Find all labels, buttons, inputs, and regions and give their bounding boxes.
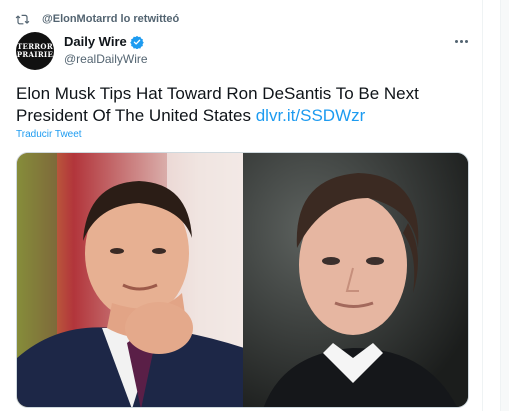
- author-name-row: Daily Wire: [64, 33, 148, 50]
- avatar-text-line2: PRAIRIE: [16, 50, 54, 59]
- more-dot: [464, 39, 468, 43]
- author-handle[interactable]: @realDailyWire: [64, 52, 148, 66]
- photo-left[interactable]: [17, 153, 243, 407]
- photo-right-image: [243, 153, 468, 407]
- media-grid[interactable]: [16, 152, 469, 408]
- tweet-link[interactable]: dlvr.it/SSDWzr: [256, 106, 366, 125]
- retweet-context[interactable]: @ElonMotarrd lo retwitteó: [14, 10, 179, 28]
- photo-left-image: [17, 153, 243, 407]
- author-display-name[interactable]: Daily Wire: [64, 34, 127, 49]
- tweet[interactable]: @ElonMotarrd lo retwitteó TERROR PRAIRIE…: [0, 0, 482, 411]
- translate-tweet-link[interactable]: Traducir Tweet: [16, 129, 82, 140]
- tweet-text: Elon Musk Tips Hat Toward Ron DeSantis T…: [16, 83, 472, 127]
- sidebar-card-edge: [500, 0, 509, 411]
- more-dot: [459, 39, 463, 43]
- photo-right[interactable]: [243, 153, 468, 407]
- avatar[interactable]: TERROR PRAIRIE: [16, 32, 54, 70]
- retweet-label: @ElonMotarrd lo retwitteó: [42, 13, 180, 25]
- more-options-icon[interactable]: [450, 34, 472, 48]
- more-dot: [454, 39, 458, 43]
- author-block: Daily Wire @realDailyWire: [64, 33, 148, 66]
- verified-badge-icon: [129, 35, 144, 49]
- retweet-icon: [14, 11, 30, 27]
